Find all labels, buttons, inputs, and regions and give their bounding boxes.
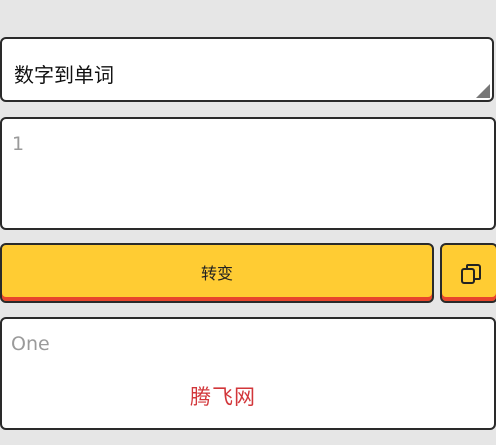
watermark-text: 腾飞网 <box>190 385 256 409</box>
converter-app: 数字到单词 1 转变 One 腾飞网 <box>0 0 496 445</box>
convert-button[interactable]: 转变 <box>0 243 434 303</box>
number-input-value: 1 <box>12 133 25 155</box>
convert-button-label: 转变 <box>200 264 233 283</box>
mode-select-value: 数字到单词 <box>14 63 114 87</box>
number-input[interactable]: 1 <box>0 117 496 230</box>
copy-icon <box>461 264 481 284</box>
mode-select[interactable]: 数字到单词 <box>0 37 494 102</box>
resize-corner-icon <box>476 84 490 98</box>
result-output[interactable]: One 腾飞网 <box>0 317 496 430</box>
copy-button[interactable] <box>440 243 496 303</box>
result-output-value: One <box>11 333 50 355</box>
